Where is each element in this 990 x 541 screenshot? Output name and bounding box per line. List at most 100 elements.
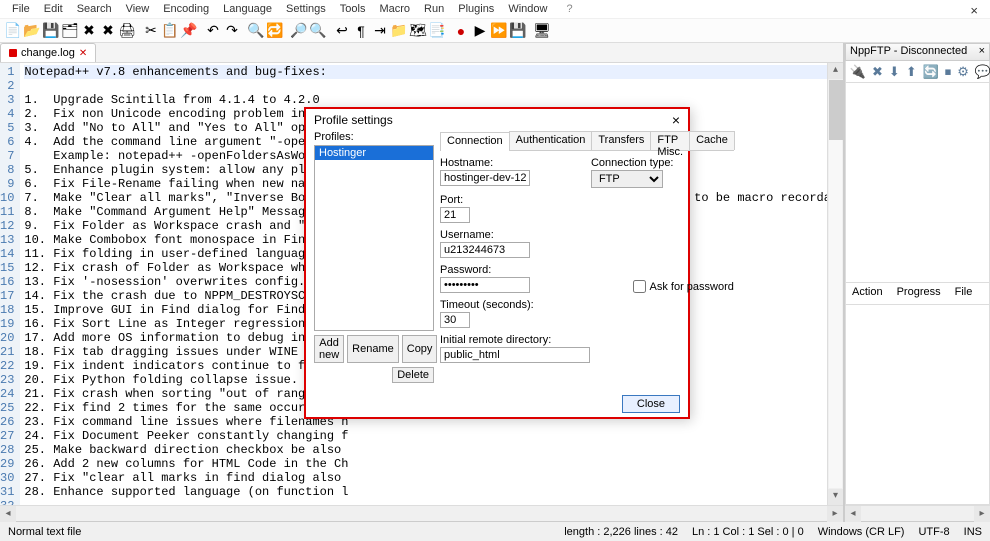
port-label: Port: [440,194,734,206]
status-encoding: UTF-8 [918,526,949,538]
tab-file[interactable]: File [953,285,975,302]
refresh-icon[interactable]: 🔄 [923,64,939,80]
panel-scrollbar[interactable]: ◂▸ [845,505,990,521]
find-icon[interactable]: 🔍 [247,22,265,40]
open-file-icon[interactable]: 📂 [23,22,41,40]
panel-toolbar: 🔌 ✖ ⬇ ⬆ 🔄 ⏹ ⚙ 💬 [845,61,990,83]
abort-icon[interactable]: ⏹ [945,64,952,80]
scroll-right-icon[interactable]: ▸ [827,506,843,522]
menu-search[interactable]: Search [70,2,119,16]
panel-log[interactable] [845,305,990,505]
timeout-label: Timeout (seconds): [440,299,734,311]
username-input[interactable] [440,242,530,258]
func-list-icon[interactable]: 📑 [428,22,446,40]
conntype-select[interactable]: FTP [591,170,663,188]
hostname-input[interactable] [440,170,530,186]
add-new-button[interactable]: Add new [314,335,344,363]
menu-settings[interactable]: Settings [279,2,333,16]
zoom-out-icon[interactable]: 🔍 [309,22,327,40]
editor-tab[interactable]: change.log ✕ [0,43,96,62]
delete-button[interactable]: Delete [392,367,434,383]
password-input[interactable] [440,277,530,293]
print-icon[interactable]: 🖨 [118,22,136,40]
panel-close-icon[interactable]: × [979,45,985,59]
profile-item[interactable]: Hostinger [315,146,433,160]
undo-icon[interactable]: ↶ [204,22,222,40]
menu-tools[interactable]: Tools [333,2,373,16]
profiles-label: Profiles: [314,131,434,143]
tab-action[interactable]: Action [850,285,885,302]
menu-bar: File Edit Search View Encoding Language … [0,0,990,19]
ftp-tree[interactable] [845,83,990,283]
doc-map-icon[interactable]: 🗺 [409,22,427,40]
save-icon[interactable]: 💾 [42,22,60,40]
initdir-label: Initial remote directory: [440,334,734,346]
tab-authentication[interactable]: Authentication [509,131,593,150]
monitor-icon[interactable]: 🖥 [533,22,551,40]
ask-password-label: Ask for password [650,281,734,293]
menu-encoding[interactable]: Encoding [156,2,216,16]
save-all-icon[interactable]: 🗂 [61,22,79,40]
editor-tabbar: change.log ✕ [0,43,843,63]
menu-run[interactable]: Run [417,2,451,16]
dialog-close-icon[interactable]: × [672,112,680,128]
indent-guide-icon[interactable]: ⇥ [371,22,389,40]
folder-workspace-icon[interactable]: 📁 [390,22,408,40]
scroll-left-icon[interactable]: ◂ [0,506,16,522]
menu-window[interactable]: Window [501,2,554,16]
close-button[interactable]: Close [622,395,680,413]
menu-macro[interactable]: Macro [372,2,417,16]
menu-language[interactable]: Language [216,2,279,16]
menu-view[interactable]: View [119,2,157,16]
menu-help[interactable]: ? [559,2,579,16]
messages-icon[interactable]: 💬 [975,64,990,80]
profiles-listbox[interactable]: Hostinger [314,145,434,331]
tab-close-icon[interactable]: ✕ [79,48,87,59]
new-file-icon[interactable]: 📄 [4,22,22,40]
wordwrap-icon[interactable]: ↩ [333,22,351,40]
record-macro-icon[interactable]: ● [452,22,470,40]
timeout-input[interactable] [440,312,470,328]
line-gutter: 1234567891011121314151617181920212223242… [0,63,20,505]
copy-icon[interactable]: 📋 [161,22,179,40]
horizontal-scrollbar[interactable]: ◂ ▸ [0,505,843,521]
settings-gear-icon[interactable]: ⚙ [957,64,969,80]
tab-progress[interactable]: Progress [895,285,943,302]
paste-icon[interactable]: 📌 [180,22,198,40]
status-filetype: Normal text file [8,526,81,538]
upload-icon[interactable]: ⬆ [906,64,917,80]
panel-title: NppFTP - Disconnected [850,45,967,59]
zoom-in-icon[interactable]: 🔎 [290,22,308,40]
conntype-label: Connection type: [591,157,734,169]
tab-ftpmisc[interactable]: FTP Misc. [650,131,690,150]
close-all-icon[interactable]: ✖ [99,22,117,40]
redo-icon[interactable]: ↷ [223,22,241,40]
tab-connection[interactable]: Connection [440,132,510,151]
run-multi-icon[interactable]: ⏩ [490,22,508,40]
scroll-down-icon[interactable]: ▾ [828,489,843,505]
disconnect-icon[interactable]: ✖ [872,64,883,80]
app-close-icon[interactable]: × [963,2,985,16]
username-label: Username: [440,229,734,241]
showall-icon[interactable]: ¶ [352,22,370,40]
scroll-up-icon[interactable]: ▴ [828,63,843,79]
download-icon[interactable]: ⬇ [889,64,900,80]
menu-edit[interactable]: Edit [37,2,70,16]
connect-icon[interactable]: 🔌 [850,64,866,80]
replace-icon[interactable]: 🔁 [266,22,284,40]
menu-plugins[interactable]: Plugins [451,2,501,16]
port-input[interactable] [440,207,470,223]
vertical-scrollbar[interactable]: ▴ ▾ [827,63,843,505]
rename-button[interactable]: Rename [347,335,399,363]
tab-cache[interactable]: Cache [689,131,735,150]
dialog-title: Profile settings [314,113,393,127]
tab-transfers[interactable]: Transfers [591,131,651,150]
initdir-input[interactable] [440,347,590,363]
cut-icon[interactable]: ✂ [142,22,160,40]
ask-password-checkbox[interactable] [633,280,646,293]
save-macro-icon[interactable]: 💾 [509,22,527,40]
menu-file[interactable]: File [5,2,37,16]
play-macro-icon[interactable]: ▶ [471,22,489,40]
copy-button[interactable]: Copy [402,335,438,363]
close-file-icon[interactable]: ✖ [80,22,98,40]
